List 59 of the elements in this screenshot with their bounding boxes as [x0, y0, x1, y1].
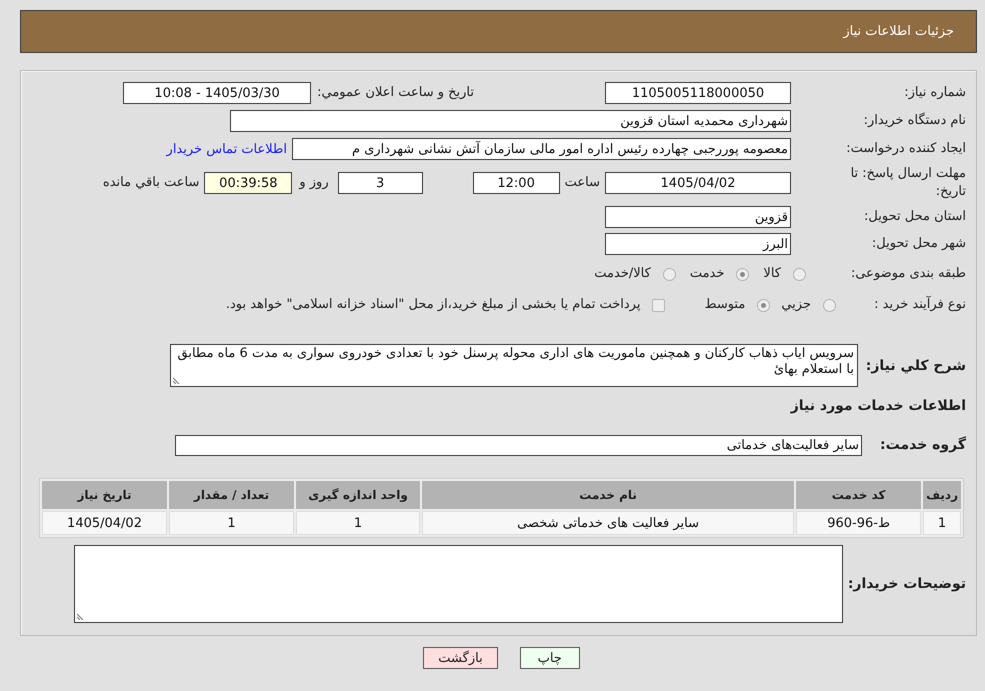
treasury-checkbox[interactable] [652, 298, 666, 312]
buyer-org-field[interactable]: شهرداری محمدیه استان قزوین [230, 110, 791, 132]
radio-label: متوسط [704, 296, 746, 314]
page-title: جزئیات اطلاعات نیاز [843, 24, 954, 39]
deadline-date-field[interactable]: 1405/04/02 [605, 172, 791, 194]
column-header: ردیف [923, 481, 961, 509]
radio-label: کالا [763, 265, 781, 283]
field-label: طبقه بندی موضوعی: [850, 265, 966, 283]
city-field[interactable]: البرز [605, 233, 791, 255]
resize-grip-icon[interactable] [173, 377, 180, 384]
time-label: ساعت [564, 174, 600, 192]
table-cell: سایر فعالیت های خدماتی شخصی [422, 511, 794, 535]
checkbox-label: پرداخت تمام یا بخشی از مبلغ خرید،از محل "اسناد خزانه اسلامی" خواهد بود. [226, 296, 640, 314]
table-cell: 1 [923, 511, 961, 535]
buyer-contact-link[interactable]: اطلاعات تماس خریدار [166, 142, 287, 156]
field-label: نام دستگاه خریدار: [864, 112, 966, 130]
field-label: ایجاد کننده درخواست: [846, 140, 966, 158]
field-label: شماره نیاز: [904, 84, 966, 102]
field-label: توضیحات خریدار: [848, 575, 966, 593]
column-header: واحد اندازه گیری [296, 481, 420, 509]
field-label: مهلت ارسال پاسخ: تا تاریخ: [850, 165, 966, 201]
field-label: تاریخ و ساعت اعلان عمومي: [317, 84, 474, 102]
radio-button[interactable] [757, 298, 770, 312]
requester-field[interactable]: معصومه پوررجبی چهارده رئیس اداره امور مالی سازمان آتش نشانی شهرداری م [292, 138, 791, 160]
table-cell: ط-96-960 [796, 511, 922, 535]
description-textarea[interactable]: سرویس ایاب ذهاب کارکنان و همچنین ماموریت های اداری محوله پرسنل خود با تعدادی خودروی سواری به مدت 6 ماه مطابق با استعلام بهائ [170, 344, 858, 387]
field-label: شهر محل تحویل: [872, 235, 966, 253]
table-cell: 1 [169, 511, 294, 535]
table-cell: 1 [296, 511, 420, 535]
days-label: روز و [299, 174, 329, 192]
column-header: تاریخ نیاز [42, 481, 168, 509]
announcement-date-field[interactable]: 1405/03/30 - 10:08 [123, 82, 312, 104]
radio-label: جزيي [781, 296, 811, 314]
column-header: نام خدمت [422, 481, 794, 509]
radio-button[interactable] [736, 268, 750, 280]
table-cell: 1405/04/02 [42, 511, 168, 535]
deadline-time-field[interactable]: 12:00 [472, 172, 560, 194]
field-label: استان محل تحویل: [864, 208, 966, 226]
radio-button[interactable] [823, 298, 836, 312]
radio-label: خدمت [690, 265, 724, 283]
column-header: کد خدمت [796, 481, 922, 509]
radio-label: کالا/خدمت [594, 265, 651, 283]
column-header: تعداد / مقدار [169, 481, 294, 509]
field-label: نوع فرآیند خرید : [874, 296, 966, 314]
back-button[interactable]: بازگشت [423, 647, 498, 669]
province-field[interactable]: قزوین [605, 206, 791, 228]
field-label: شرح کلي نیاز: [866, 356, 966, 374]
remaining-label: ساعت باقي مانده [102, 174, 200, 192]
service-group-field[interactable]: سایر فعالیت‌های خدماتی [175, 434, 862, 456]
field-label: گروه خدمت: [880, 436, 966, 454]
radio-button[interactable] [793, 268, 806, 280]
need-number-field[interactable]: 1105005118000050 [605, 82, 791, 104]
resize-grip-icon[interactable] [77, 613, 84, 620]
radio-button[interactable] [662, 268, 676, 280]
days-field[interactable]: 3 [338, 172, 423, 194]
print-button[interactable]: چاپ [520, 647, 580, 669]
buyer-notes-textarea[interactable] [74, 545, 843, 623]
remaining-time-field[interactable]: 00:39:58 [204, 172, 292, 194]
section-title: اطلاعات خدمات مورد نیاز [790, 397, 966, 415]
